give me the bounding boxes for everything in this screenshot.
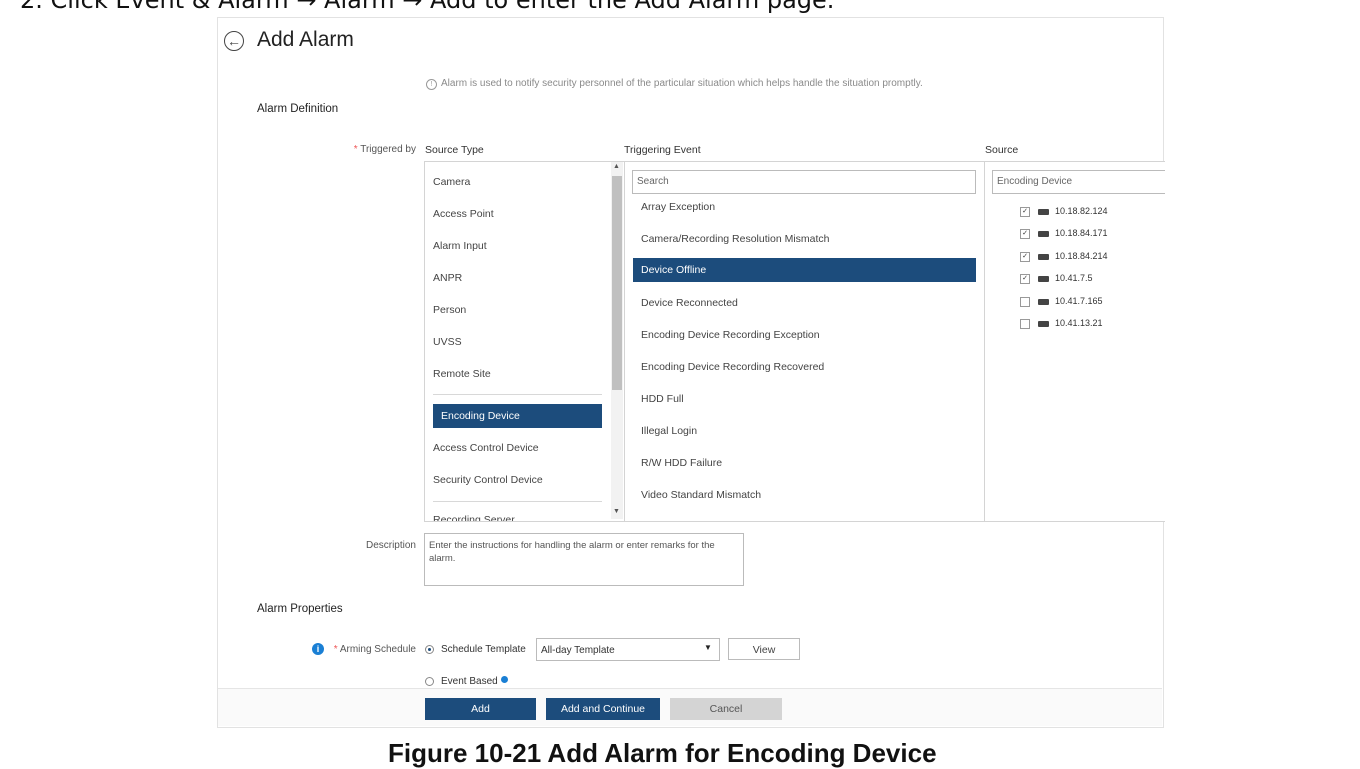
list-item[interactable]: Illegal Login (641, 425, 697, 437)
checkbox[interactable]: ✓ (1020, 229, 1030, 239)
info-circle-icon: ! (426, 79, 437, 90)
encoding-device-icon (1038, 209, 1049, 215)
chevron-down-icon: ▼ (704, 643, 712, 652)
checkbox[interactable]: ✓ (1020, 207, 1030, 217)
list-item[interactable]: Security Control Device (433, 474, 543, 486)
source-ip: 10.18.84.214 (1055, 251, 1108, 261)
scroll-up-icon[interactable]: ▲ (613, 163, 620, 170)
add-and-continue-button[interactable]: Add and Continue (546, 698, 660, 720)
source-type-header: Source Type (425, 144, 484, 156)
scroll-down-icon[interactable]: ▼ (613, 508, 620, 515)
triggered-by-label: * Triggered by (353, 144, 416, 155)
list-item[interactable]: Remote Site (433, 368, 491, 380)
source-list[interactable]: Encoding Device ✓ 10.18.82.124 ✓ 10.18.8… (984, 161, 1165, 522)
divider (433, 394, 602, 395)
page-title: Add Alarm (257, 28, 354, 51)
source-ip: 10.18.84.171 (1055, 228, 1108, 238)
source-filter-input[interactable]: Encoding Device (992, 170, 1165, 194)
divider (433, 501, 602, 502)
source-header: Source (985, 144, 1019, 156)
list-item[interactable]: Access Point (433, 208, 494, 220)
description-label: Description (365, 540, 416, 551)
alarm-definition-heading: Alarm Definition (257, 103, 339, 115)
list-item[interactable]: R/W HDD Failure (641, 457, 722, 469)
view-button[interactable]: View (728, 638, 800, 660)
list-item[interactable]: UVSS (433, 336, 462, 348)
list-item[interactable]: ANPR (433, 272, 462, 284)
event-search-input[interactable]: Search (632, 170, 976, 194)
source-ip: 10.18.82.124 (1055, 206, 1108, 216)
list-item[interactable]: Video Standard Mismatch (641, 489, 761, 501)
template-select-value: All-day Template (541, 645, 615, 656)
alarm-properties-heading: Alarm Properties (257, 603, 343, 615)
document-step-text: 2. Click Event & Alarm → Alarm → Add to … (20, 0, 835, 14)
triggering-event-header: Triggering Event (624, 144, 701, 156)
back-arrow-icon[interactable]: ← (224, 31, 244, 51)
checkbox[interactable] (1020, 297, 1030, 307)
checkbox[interactable]: ✓ (1020, 274, 1030, 284)
encoding-device-icon (1038, 231, 1049, 237)
list-item[interactable]: Array Exception (641, 201, 715, 213)
event-based-radio[interactable] (425, 677, 434, 686)
description-textarea[interactable]: Enter the instructions for handling the … (424, 533, 744, 586)
triggering-event-list[interactable]: Search Array Exception Camera/Recording … (624, 161, 986, 522)
scrollbar-thumb[interactable] (612, 176, 622, 390)
list-item[interactable]: Camera/Recording Resolution Mismatch (641, 233, 830, 245)
encoding-device-icon (1038, 254, 1049, 260)
list-item[interactable]: Camera (433, 176, 470, 188)
list-item-selected[interactable]: Encoding Device (433, 404, 602, 428)
list-item[interactable]: Encoding Device Recording Exception (641, 329, 820, 341)
list-item[interactable]: Person (433, 304, 466, 316)
list-item[interactable]: Recording Server (433, 514, 515, 521)
encoding-device-icon (1038, 321, 1049, 327)
source-ip: 10.41.7.165 (1055, 296, 1103, 306)
list-item[interactable]: Alarm Input (433, 240, 487, 252)
list-item[interactable]: Encoding Device Recording Recovered (641, 361, 824, 373)
list-item-selected[interactable]: Device Offline (633, 258, 976, 282)
cancel-button[interactable]: Cancel (670, 698, 782, 720)
encoding-device-icon (1038, 276, 1049, 282)
checkbox[interactable]: ✓ (1020, 252, 1030, 262)
schedule-template-label: Schedule Template (441, 644, 526, 655)
checkbox[interactable] (1020, 319, 1030, 329)
info-hint: ! Alarm is used to notify security person… (426, 78, 923, 90)
info-dot-icon[interactable] (500, 676, 508, 683)
scrollbar[interactable]: ▲ ▼ (611, 162, 623, 519)
list-item[interactable]: Device Reconnected (641, 297, 738, 309)
arming-schedule-label: * Arming Schedule (333, 644, 416, 655)
add-button[interactable]: Add (425, 698, 536, 720)
template-select[interactable]: All-day Template ▼ (536, 638, 720, 661)
schedule-template-radio[interactable] (425, 645, 434, 654)
list-item[interactable]: Access Control Device (433, 442, 539, 454)
source-type-list[interactable]: Camera Access Point Alarm Input ANPR Per… (424, 161, 626, 522)
list-item[interactable]: HDD Full (641, 393, 684, 405)
figure-caption: Figure 10-21 Add Alarm for Encoding Devi… (388, 738, 937, 768)
event-based-label: Event Based (441, 676, 508, 687)
encoding-device-icon (1038, 299, 1049, 305)
source-ip: 10.41.7.5 (1055, 273, 1093, 283)
source-ip: 10.41.13.21 (1055, 318, 1103, 328)
